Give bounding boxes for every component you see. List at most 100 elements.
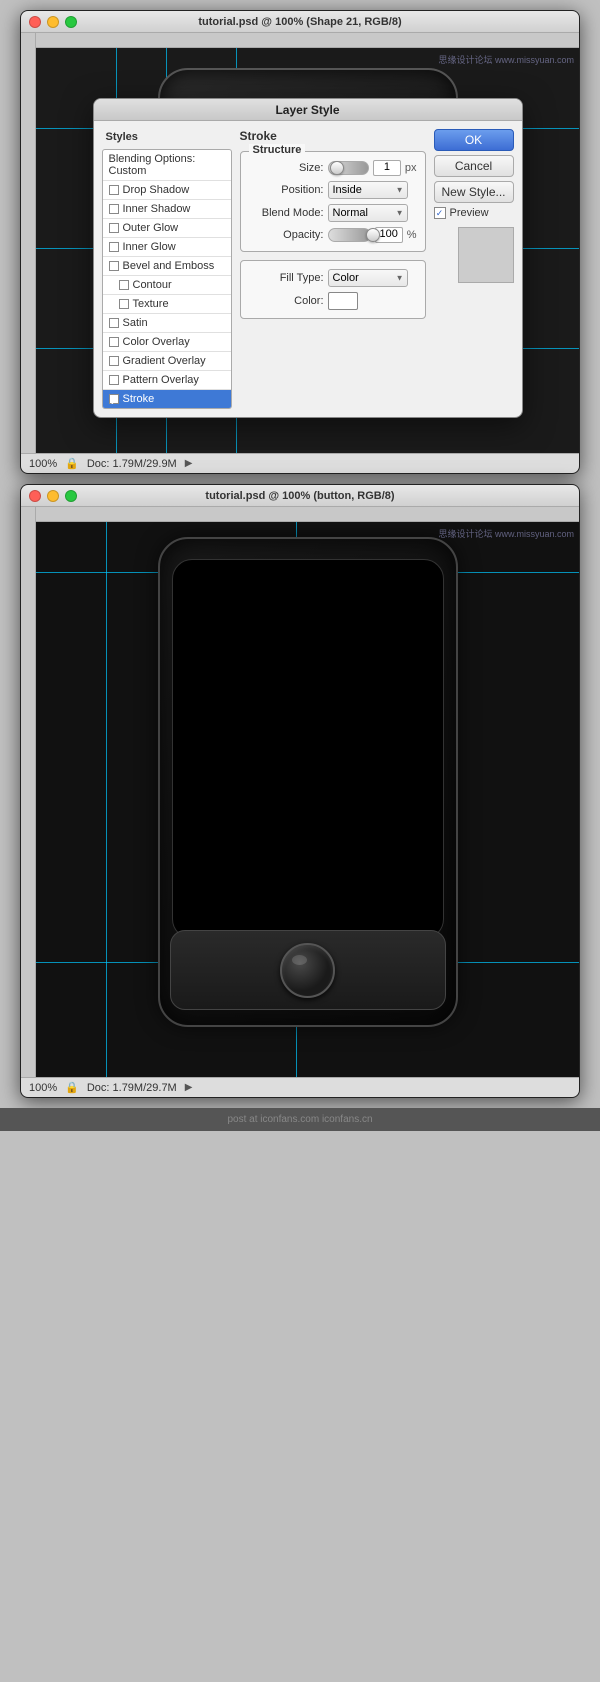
ruler-vertical-1 <box>21 33 36 453</box>
checkbox-texture[interactable] <box>119 299 129 309</box>
checkbox-stroke[interactable]: ✓ <box>109 394 119 404</box>
position-row: Position: Inside ▼ <box>249 181 417 199</box>
color-row: Color: <box>249 292 417 310</box>
preview-label-text: Preview <box>450 207 489 219</box>
window-2-title: tutorial.psd @ 100% (button, RGB/8) <box>205 490 394 502</box>
fill-type-label: Fill Type: <box>249 272 324 284</box>
checkbox-color-overlay[interactable] <box>109 337 119 347</box>
checkbox-inner-shadow[interactable] <box>109 204 119 214</box>
zoom-level-2: 100% <box>29 1082 57 1094</box>
style-item-bevel[interactable]: Bevel and Emboss <box>103 257 231 276</box>
style-item-stroke[interactable]: ✓ Stroke <box>103 390 231 408</box>
canvas-content-2: 思缘设计论坛 www.missyuan.com <box>36 522 579 1077</box>
new-style-button[interactable]: New Style... <box>434 181 514 203</box>
style-label-texture: Texture <box>133 298 169 310</box>
position-select[interactable]: Inside ▼ <box>328 181 408 199</box>
preview-area <box>458 227 514 283</box>
ok-button[interactable]: OK <box>434 129 514 151</box>
style-item-blending[interactable]: Blending Options: Custom <box>103 150 231 181</box>
opacity-slider-thumb[interactable] <box>366 228 380 242</box>
position-select-arrow: ▼ <box>396 186 404 195</box>
size-unit: px <box>405 162 417 174</box>
watermark-2: 思缘设计论坛 www.missyuan.com <box>438 527 574 540</box>
style-label-satin: Satin <box>123 317 148 329</box>
checkbox-pattern-overlay[interactable] <box>109 375 119 385</box>
structure-group: Structure Size: 1 px <box>240 151 426 252</box>
style-label-stroke: Stroke <box>123 393 155 405</box>
style-item-pattern-overlay[interactable]: Pattern Overlay <box>103 371 231 390</box>
fill-type-select[interactable]: Color ▼ <box>328 269 408 287</box>
dialog-titlebar: Layer Style <box>94 99 522 121</box>
minimize-button-1[interactable] <box>47 16 59 28</box>
style-label-pattern-overlay: Pattern Overlay <box>123 374 199 386</box>
structure-section-label: Structure <box>249 144 306 156</box>
checkbox-outer-glow[interactable] <box>109 223 119 233</box>
style-item-outer-glow[interactable]: Outer Glow <box>103 219 231 238</box>
status-arrow-1: ▶ <box>185 458 193 469</box>
status-icon-2: 🔒 <box>65 1081 79 1094</box>
style-label-bevel: Bevel and Emboss <box>123 260 215 272</box>
checkbox-drop-shadow[interactable] <box>109 185 119 195</box>
blend-mode-select-wrapper: Normal ▼ <box>328 204 408 222</box>
ruler-horizontal-1 <box>36 33 579 48</box>
blend-mode-value: Normal <box>333 207 368 219</box>
style-label-blending: Blending Options: Custom <box>109 153 225 177</box>
minimize-button-2[interactable] <box>47 490 59 502</box>
checkbox-contour[interactable] <box>119 280 129 290</box>
doc-size-1: Doc: 1.79M/29.9M <box>87 458 177 470</box>
size-input[interactable]: 1 <box>373 160 401 176</box>
maximize-button-2[interactable] <box>65 490 77 502</box>
checkbox-gradient-overlay[interactable] <box>109 356 119 366</box>
blend-mode-label: Blend Mode: <box>249 207 324 219</box>
style-item-drop-shadow[interactable]: Drop Shadow <box>103 181 231 200</box>
close-button-1[interactable] <box>29 16 41 28</box>
blend-mode-select-arrow: ▼ <box>396 209 404 218</box>
ps-window-2: tutorial.psd @ 100% (button, RGB/8) 思缘设计… <box>20 484 580 1098</box>
home-button[interactable] <box>280 943 335 998</box>
canvas-content-1: 思缘设计论坛 www.missyuan.com Layer Style Styl… <box>36 48 579 453</box>
fill-type-row: Fill Type: Color ▼ <box>249 269 417 287</box>
color-swatch[interactable] <box>328 292 358 310</box>
fill-type-select-wrapper: Color ▼ <box>328 269 408 287</box>
blend-mode-select[interactable]: Normal ▼ <box>328 204 408 222</box>
cancel-button[interactable]: Cancel <box>434 155 514 177</box>
style-item-inner-shadow[interactable]: Inner Shadow <box>103 200 231 219</box>
stroke-section-title: Stroke <box>240 129 426 143</box>
window-controls-1 <box>29 16 77 28</box>
checkbox-bevel[interactable] <box>109 261 119 271</box>
style-item-gradient-overlay[interactable]: Gradient Overlay <box>103 352 231 371</box>
canvas-area-2: 思缘设计论坛 www.missyuan.com <box>21 507 579 1077</box>
style-item-inner-glow[interactable]: Inner Glow <box>103 238 231 257</box>
checkbox-satin[interactable] <box>109 318 119 328</box>
statusbar-1: 100% 🔒 Doc: 1.79M/29.9M ▶ <box>21 453 579 473</box>
styles-panel: Styles Blending Options: Custom Drop Sha… <box>102 129 232 409</box>
bottom-credit: post at iconfans.com iconfans.cn <box>0 1108 600 1131</box>
preview-checkbox[interactable]: ✓ <box>434 207 446 219</box>
dialog-title: Layer Style <box>275 103 339 117</box>
style-item-contour[interactable]: Contour <box>103 276 231 295</box>
size-slider-thumb[interactable] <box>330 161 344 175</box>
close-button-2[interactable] <box>29 490 41 502</box>
window-1-titlebar: tutorial.psd @ 100% (Shape 21, RGB/8) <box>21 11 579 33</box>
dialog-buttons: OK Cancel New Style... ✓ Preview <box>434 129 514 409</box>
position-label: Position: <box>249 184 324 196</box>
style-item-satin[interactable]: Satin <box>103 314 231 333</box>
style-item-texture[interactable]: Texture <box>103 295 231 314</box>
window-1-title: tutorial.psd @ 100% (Shape 21, RGB/8) <box>198 16 401 28</box>
window-controls-2 <box>29 490 77 502</box>
window-2-titlebar: tutorial.psd @ 100% (button, RGB/8) <box>21 485 579 507</box>
checkbox-inner-glow[interactable] <box>109 242 119 252</box>
guide-v-2-1 <box>106 522 107 1077</box>
opacity-row: Opacity: 100 % <box>249 227 417 243</box>
size-slider[interactable] <box>328 161 369 175</box>
maximize-button-1[interactable] <box>65 16 77 28</box>
statusbar-2: 100% 🔒 Doc: 1.79M/29.7M ▶ <box>21 1077 579 1097</box>
style-label-contour: Contour <box>133 279 172 291</box>
opacity-slider[interactable] <box>328 228 371 242</box>
style-item-color-overlay[interactable]: Color Overlay <box>103 333 231 352</box>
phone-mockup-2 <box>158 537 458 1027</box>
fill-type-section: Fill Type: Color ▼ Color: <box>240 260 426 319</box>
position-value: Inside <box>333 184 362 196</box>
canvas-area-1: 思缘设计论坛 www.missyuan.com Layer Style Styl… <box>21 33 579 453</box>
fill-type-value: Color <box>333 272 359 284</box>
